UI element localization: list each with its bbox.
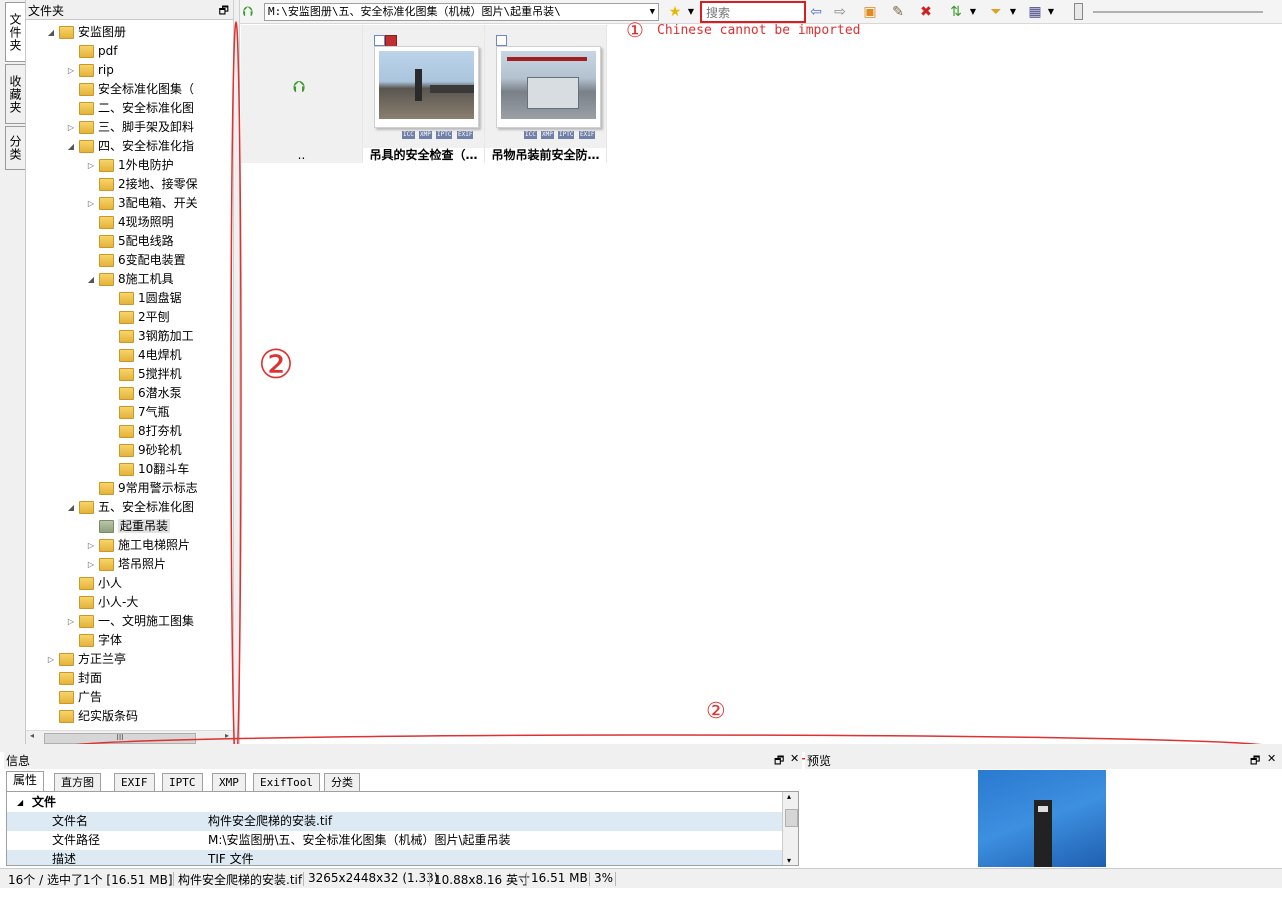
property-value: M:\安监图册\五、安全标准化图集（机械）图片\起重吊装 [208,833,511,847]
property-row[interactable]: 文件路径 M:\安监图册\五、安全标准化图集（机械）图片\起重吊装 [7,831,782,850]
status-bar: 16个 / 选中了1个 [16.51 MB] 构件安全爬梯的安装.tif 326… [0,868,1282,888]
scroll-up-icon[interactable]: ▴ [787,792,791,801]
status-filesize: 16.51 MB [531,871,588,885]
section-header[interactable]: ◢ 文件 [7,793,782,812]
tab-histogram[interactable]: 直方图 [54,773,101,792]
scroll-down-icon[interactable]: ▾ [787,856,791,865]
status-dimensions: 3265x2448x32 (1.33) [308,871,439,885]
horizontal-splitter[interactable] [0,744,1282,752]
preview-panel-title: 预览 [807,754,832,768]
property-row[interactable]: 文件名 构件安全爬梯的安装.tif [7,812,782,831]
info-panel-header: 信息 🗗 ✕ [4,752,802,769]
close-icon[interactable]: ✕ [1267,752,1276,765]
restore-icon[interactable]: 🗗 [774,752,784,771]
info-panel-title: 信息 [6,754,31,768]
status-print-size: 10.88x8.16 英寸 [434,873,530,887]
status-count: 16个 / 选中了1个 [16.51 MB] [8,873,173,887]
section-title: 文件 [32,795,57,809]
status-zoom: 3% [594,871,614,885]
close-icon[interactable]: ✕ [790,752,799,765]
status-filename: 构件安全爬梯的安装.tif [178,873,303,887]
property-value: 构件安全爬梯的安装.tif [208,814,333,828]
collapse-icon[interactable]: ◢ [17,793,23,812]
property-key: 文件名 [52,814,89,828]
property-value: TIF 文件 [208,852,254,866]
property-row[interactable]: 描述 TIF 文件 [7,850,782,866]
tab-exif[interactable]: EXIF [114,773,155,792]
tab-xmp[interactable]: XMP [212,773,246,792]
info-tabs: 属性 直方图 EXIF IPTC XMP ExifTool 分类 [6,771,801,792]
preview-panel-header: 预览 🗗 ✕ [805,752,1282,769]
tab-properties[interactable]: 属性 [6,771,45,792]
annotation-ellipse-vertical [230,21,242,769]
preview-image [978,770,1106,867]
tab-exiftool[interactable]: ExifTool [253,773,320,792]
tab-iptc[interactable]: IPTC [162,773,203,792]
properties-vertical-scrollbar[interactable]: ▴ ▾ [782,792,798,865]
property-key: 文件路径 [52,833,101,847]
restore-icon[interactable]: 🗗 [1250,752,1260,771]
properties-list[interactable]: ◢ 文件 文件名 构件安全爬梯的安装.tif 文件路径 M:\安监图册\五、安全… [6,791,799,866]
property-key: 描述 [52,852,77,866]
tab-categories[interactable]: 分类 [324,773,360,792]
scroll-thumb[interactable] [785,809,798,827]
